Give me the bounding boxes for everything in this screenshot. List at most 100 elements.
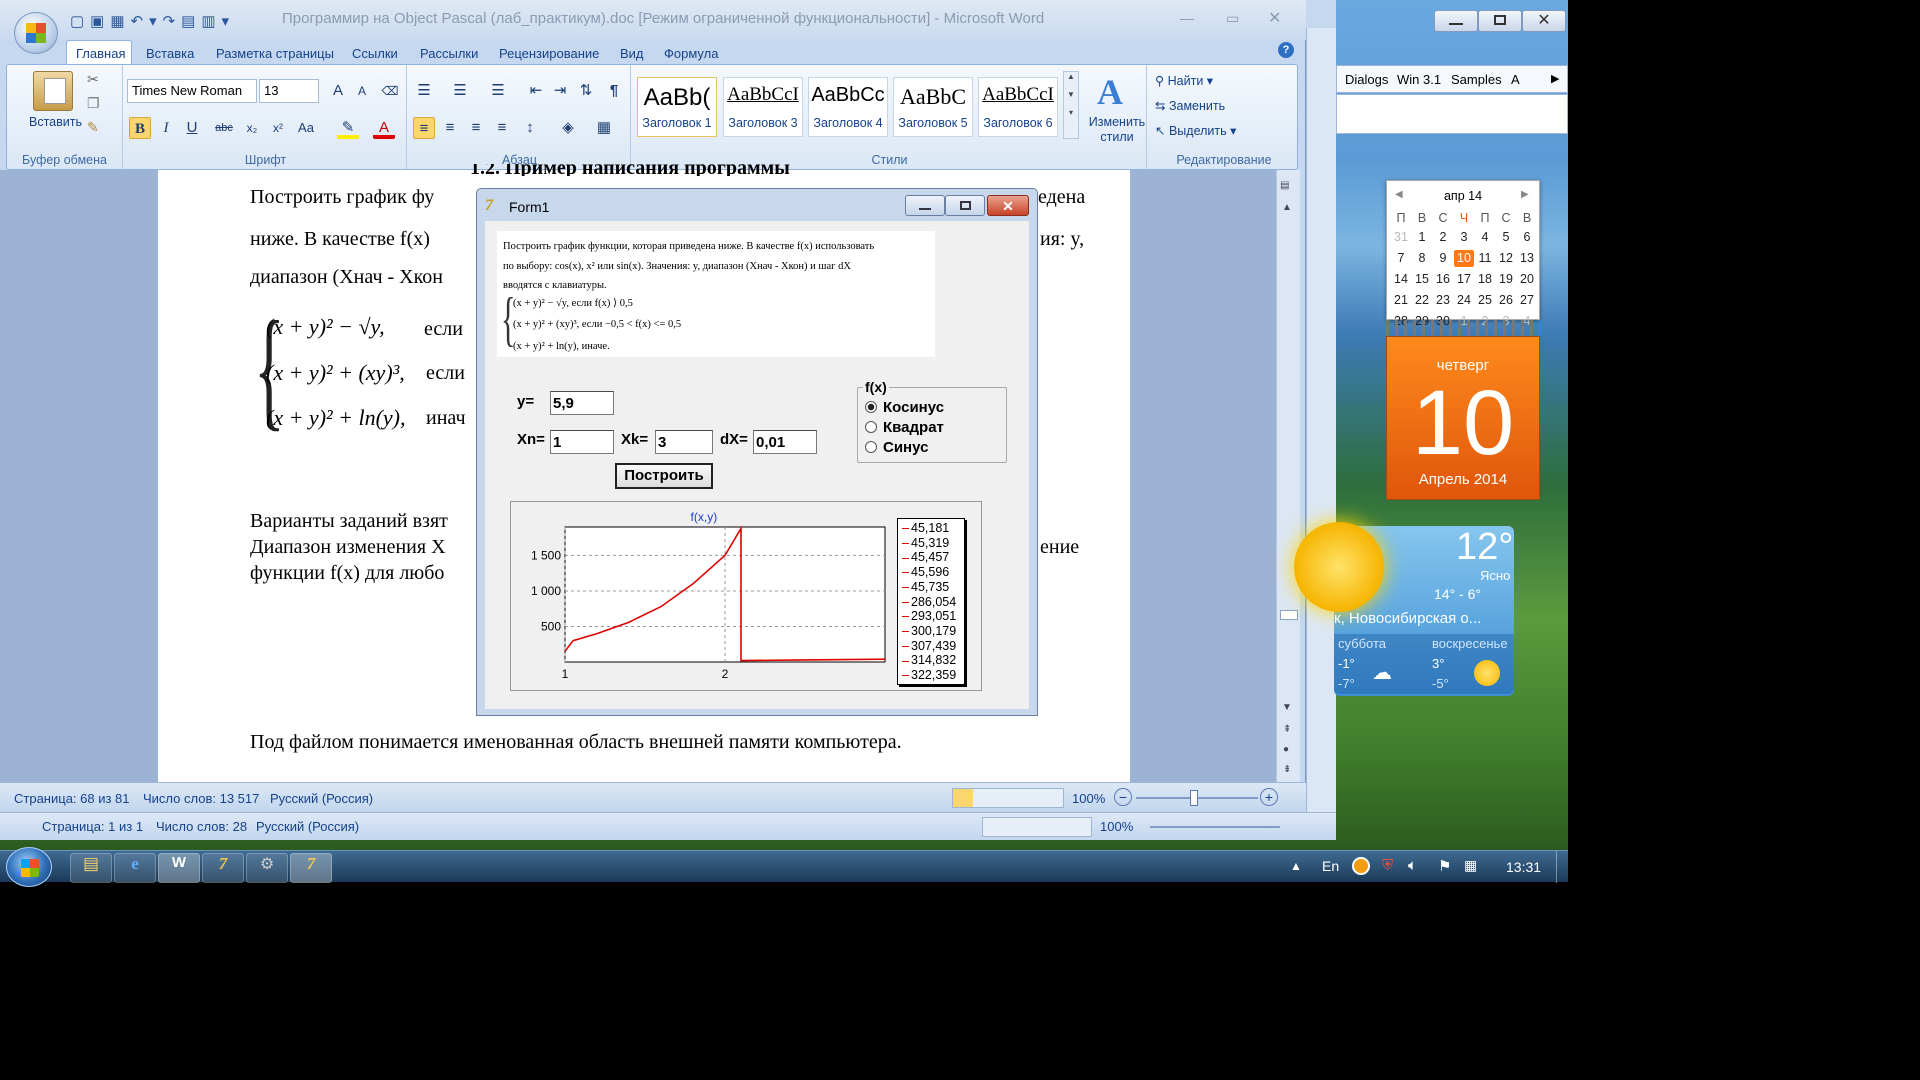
tab-mailings[interactable]: Рассылки: [420, 46, 478, 61]
highlight-icon[interactable]: ✎: [337, 117, 359, 139]
calendar-day[interactable]: 20: [1517, 271, 1537, 288]
start-button[interactable]: [6, 847, 52, 887]
styles-scroll[interactable]: ▲ ▼ ▾: [1063, 71, 1079, 139]
change-case-button[interactable]: Aa: [295, 117, 317, 139]
back-close-button[interactable]: ✕: [1522, 10, 1566, 32]
calendar-day[interactable]: 5: [1496, 229, 1516, 246]
chevron-right-icon[interactable]: ▶: [1551, 72, 1559, 85]
language-indicator[interactable]: En: [1322, 858, 1339, 874]
strikethrough-button[interactable]: abc: [213, 117, 235, 139]
back-view-buttons[interactable]: [982, 817, 1092, 837]
calendar-day[interactable]: 31: [1391, 229, 1411, 246]
calendar-day[interactable]: 9: [1433, 250, 1453, 267]
shield-icon[interactable]: ⛨: [1382, 857, 1393, 874]
calendar-day[interactable]: 13: [1517, 250, 1537, 267]
back-zoom-slider[interactable]: [1150, 826, 1280, 828]
decrease-indent-icon[interactable]: ⇤: [525, 80, 547, 102]
calendar-day[interactable]: 22: [1412, 292, 1432, 309]
subscript-button[interactable]: x₂: [241, 117, 263, 139]
calendar-day[interactable]: 2: [1433, 229, 1453, 246]
back-scrollbar[interactable]: [1306, 28, 1336, 840]
calendar-day[interactable]: 1: [1412, 229, 1432, 246]
italic-button[interactable]: I: [155, 117, 177, 139]
ruler-toggle-icon[interactable]: ▤: [1280, 180, 1289, 191]
calendar-day[interactable]: 25: [1475, 292, 1495, 309]
radio-sine[interactable]: Синус: [865, 439, 928, 456]
action-center-icon[interactable]: ⚑: [1438, 857, 1451, 875]
superscript-button[interactable]: x²: [267, 117, 289, 139]
clock[interactable]: 13:31: [1506, 859, 1541, 875]
show-marks-icon[interactable]: ¶: [603, 80, 625, 102]
y-input[interactable]: [550, 391, 614, 415]
increase-indent-icon[interactable]: ⇥: [549, 80, 571, 102]
borders-icon[interactable]: ▦: [593, 117, 615, 139]
status-words[interactable]: Число слов: 13 517: [143, 791, 259, 806]
zoom-slider-thumb[interactable]: [1190, 790, 1198, 806]
calendar-day[interactable]: 7: [1391, 250, 1411, 267]
back-tab-dialogs[interactable]: Dialogs: [1345, 72, 1388, 87]
calendar-day[interactable]: 18: [1475, 271, 1495, 288]
calendar-day[interactable]: 4: [1475, 229, 1495, 246]
quick-access-toolbar[interactable]: ▢▣▦↶▾↷▤▥▾: [70, 12, 270, 32]
calendar-day[interactable]: 19: [1496, 271, 1516, 288]
tab-home-label[interactable]: Главная: [76, 46, 125, 61]
paste-icon[interactable]: [33, 71, 73, 111]
back-maximize-button[interactable]: [1478, 10, 1522, 32]
calendar-day[interactable]: 26: [1496, 292, 1516, 309]
calendar-day[interactable]: 8: [1412, 250, 1432, 267]
tab-formula[interactable]: Формула: [664, 46, 718, 61]
tab-references[interactable]: Ссылки: [352, 46, 398, 61]
paste-button[interactable]: Вставить: [29, 115, 82, 129]
dx-input[interactable]: [753, 430, 817, 454]
taskbar-delphi[interactable]: 7: [202, 853, 244, 883]
help-icon[interactable]: ?: [1278, 42, 1294, 58]
tray-app-icon[interactable]: [1352, 857, 1370, 875]
volume-icon[interactable]: 🔈︎: [1408, 857, 1417, 874]
status-page[interactable]: Страница: 68 из 81: [14, 791, 130, 806]
back-minimize-button[interactable]: [1434, 10, 1478, 32]
format-painter-icon[interactable]: ✎: [87, 119, 99, 136]
taskbar-form1[interactable]: 7: [290, 853, 332, 883]
cut-icon[interactable]: ✂: [87, 71, 99, 88]
numbering-icon[interactable]: ☰: [449, 80, 471, 102]
scroll-thumb[interactable]: [1280, 610, 1298, 620]
radio-unchecked-icon[interactable]: [865, 441, 877, 453]
back-status-lang[interactable]: Русский (Россия): [256, 819, 359, 834]
bullets-icon[interactable]: ☰: [413, 80, 435, 102]
line-spacing-icon[interactable]: ↕: [519, 117, 541, 139]
form1-maximize-button[interactable]: [945, 195, 985, 216]
bold-button[interactable]: B: [129, 117, 151, 139]
radio-cosine[interactable]: Косинус: [865, 399, 944, 416]
xk-input[interactable]: [655, 430, 713, 454]
align-left-button[interactable]: ≡: [413, 117, 435, 139]
style-heading4[interactable]: AaBbCc Заголовок 4: [808, 77, 888, 137]
align-right-button[interactable]: ≡: [465, 117, 487, 139]
back-status-page[interactable]: Страница: 1 из 1: [42, 819, 143, 834]
calendar-day[interactable]: 15: [1412, 271, 1432, 288]
calendar-day[interactable]: 27: [1517, 292, 1537, 309]
zoom-level[interactable]: 100%: [1072, 791, 1105, 806]
shrink-font-icon[interactable]: A: [351, 80, 373, 102]
scroll-down-icon[interactable]: ▼: [1282, 702, 1292, 713]
multilevel-list-icon[interactable]: ☰: [487, 80, 509, 102]
grow-font-icon[interactable]: A: [327, 80, 349, 102]
vertical-scrollbar[interactable]: ▤ ▲ ▼ ⇞ ● ⇟: [1276, 170, 1300, 782]
select-button[interactable]: ↖ Выделить ▾: [1155, 123, 1236, 138]
tab-view[interactable]: Вид: [620, 46, 644, 61]
status-lang[interactable]: Русский (Россия): [270, 791, 373, 806]
tab-review[interactable]: Рецензирование: [499, 46, 599, 61]
style-heading3[interactable]: AaBbCcI Заголовок 3: [723, 77, 803, 137]
copy-icon[interactable]: ❐: [87, 95, 100, 112]
show-hidden-icons[interactable]: ▲: [1290, 859, 1302, 873]
taskbar-word[interactable]: W: [158, 853, 200, 883]
radio-unchecked-icon[interactable]: [865, 421, 877, 433]
word-maximize-button[interactable]: ▭: [1226, 10, 1256, 27]
next-page-icon[interactable]: ⇟: [1283, 764, 1291, 775]
font-name-select[interactable]: Times New Roman: [127, 79, 257, 103]
view-buttons[interactable]: [952, 788, 1064, 808]
form1-minimize-button[interactable]: [905, 195, 945, 216]
sort-icon[interactable]: ⇅: [575, 80, 597, 102]
underline-button[interactable]: U: [181, 117, 203, 139]
calendar-day[interactable]: 11: [1475, 250, 1495, 267]
font-size-select[interactable]: 13: [259, 79, 319, 103]
